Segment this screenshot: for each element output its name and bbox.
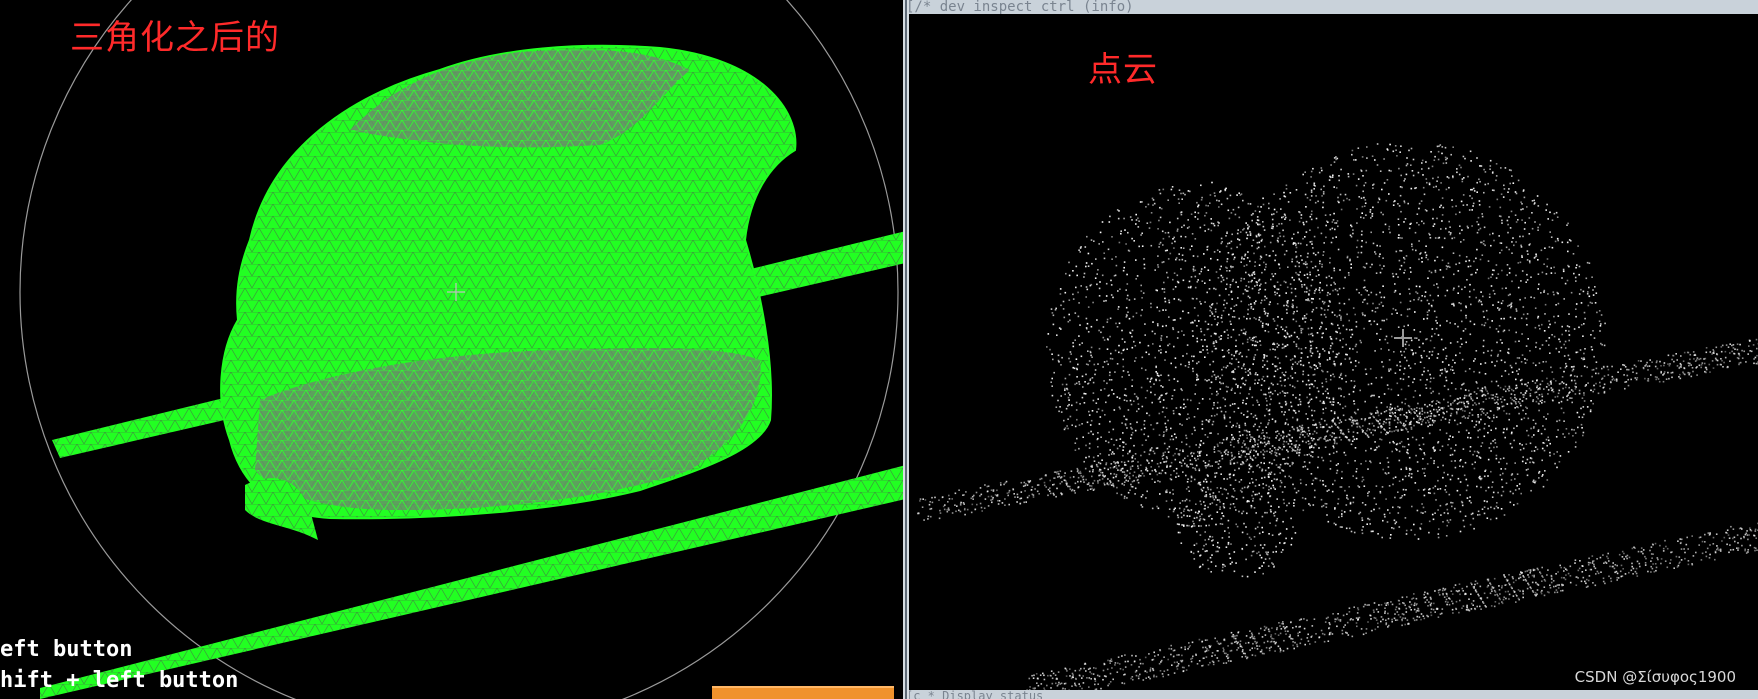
bottom-window-strip[interactable]: [c * Display status: [906, 690, 1758, 699]
mesh-view-title: 三角化之后的: [70, 18, 280, 58]
watermark: CSDN @Σίσυφος1900: [1574, 668, 1736, 686]
center-crosshair-right: [1394, 329, 1412, 347]
mouse-help-line-1: eft button: [0, 637, 133, 662]
mouse-help-line-2: hift + left button: [0, 668, 239, 693]
mesh-render: [19, 0, 906, 699]
pointcloud-render: [917, 143, 1758, 699]
mesh-viewport[interactable]: 三角化之后的 eft button hift + left button: [0, 0, 906, 699]
orange-button[interactable]: [712, 686, 894, 699]
panel-divider[interactable]: [903, 0, 909, 699]
pointcloud-view-title: 点云: [1088, 50, 1158, 90]
pointcloud-viewport[interactable]: [/* dev_inspect_ctrl (info) 点云 CSDN @Σίσ…: [906, 0, 1758, 699]
